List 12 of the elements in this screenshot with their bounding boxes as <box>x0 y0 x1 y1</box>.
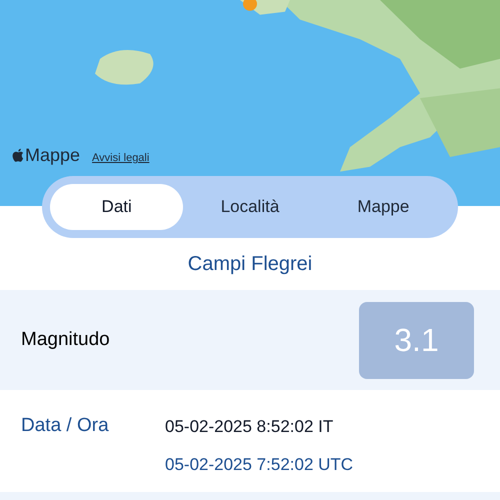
legal-link[interactable]: Avvisi legali <box>92 153 150 164</box>
segment-tab[interactable]: Mappe <box>316 184 450 230</box>
utc-time: 05-02-2025 7:52:02 UTC <box>165 454 354 476</box>
datetime-label: Data / Ora <box>21 414 110 438</box>
segment-tab[interactable]: Dati <box>50 184 184 230</box>
apple-icon <box>12 148 24 162</box>
magnitude-value: 3.1 <box>359 302 474 378</box>
location-title: Campi Flegrei <box>188 252 312 277</box>
magnitude-label: Magnitudo <box>21 328 110 352</box>
local-time: 05-02-2025 8:52:02 IT <box>165 416 334 438</box>
segment-tab[interactable]: Località <box>183 184 317 230</box>
maps-brand: Mappe <box>25 146 80 164</box>
